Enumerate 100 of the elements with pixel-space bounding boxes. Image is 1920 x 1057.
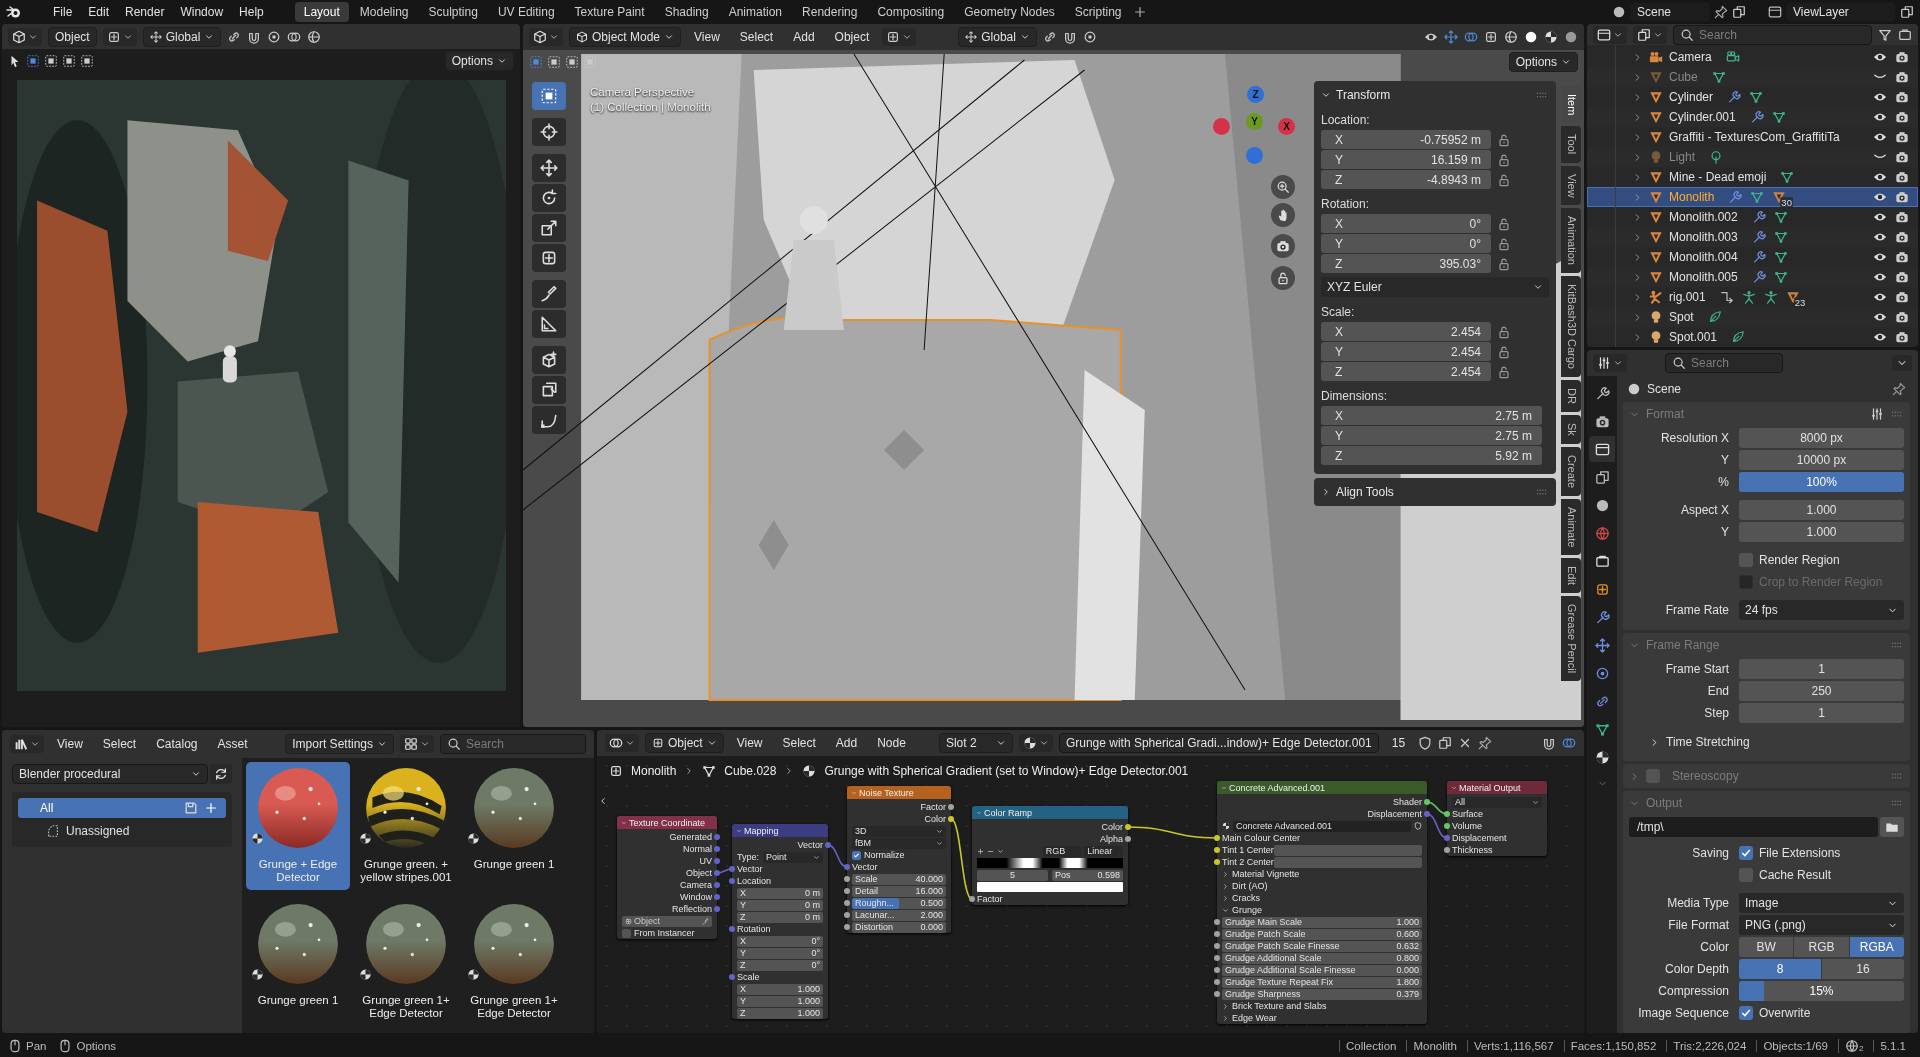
number-field[interactable]: Scale 40.000 — [852, 873, 946, 885]
dropdown[interactable]: fBM — [852, 837, 946, 849]
sidebar-tab[interactable]: View — [1561, 165, 1581, 206]
user-count[interactable]: 15 — [1384, 734, 1413, 752]
workspace-tab[interactable]: Compositing — [868, 2, 954, 22]
number-field[interactable]: 8000 px — [1739, 428, 1904, 448]
view-layer-field[interactable]: ViewLayer — [1786, 2, 1896, 22]
workspace-tab[interactable]: UV Editing — [488, 2, 564, 22]
workspace-tab[interactable]: Modeling — [350, 2, 418, 22]
menu-item[interactable]: Add — [828, 734, 865, 752]
number-field[interactable]: Z 0 m — [737, 911, 823, 923]
dropdown[interactable]: 3D — [852, 825, 946, 837]
outliner-row[interactable]: Camera — [1587, 47, 1918, 67]
sidebar-tab[interactable]: Grease Pencil — [1561, 596, 1581, 682]
slider-field[interactable]: 15% — [1739, 981, 1904, 1001]
workspace-tab[interactable]: Texture Paint — [565, 2, 654, 22]
number-field[interactable]: Y 0° — [737, 947, 823, 959]
options-dropdown[interactable]: Options — [1508, 52, 1578, 72]
menu-item[interactable]: Node — [870, 734, 913, 752]
dropdown[interactable]: Linear — [1084, 845, 1123, 857]
number-field[interactable]: Distortion 0.000 — [852, 921, 946, 933]
sidebar-tab[interactable]: Edit — [1561, 558, 1581, 594]
outliner-row[interactable]: Spot.001 — [1587, 327, 1918, 347]
menu-item[interactable]: Select — [732, 28, 781, 46]
outliner-row[interactable]: Cylinder — [1587, 87, 1918, 107]
number-field[interactable]: Grudge Texture Repeat Fix 1.800 — [1222, 976, 1422, 988]
number-field[interactable]: 1.000 — [1739, 522, 1904, 542]
menu-item[interactable]: View — [687, 28, 727, 46]
rotation-mode-dropdown[interactable]: XYZ Euler — [1321, 277, 1549, 297]
number-field[interactable]: Grudge Additional Scale 0.800 — [1222, 952, 1422, 964]
dropdown[interactable]: Image — [1739, 893, 1904, 913]
library-dropdown[interactable]: Blender procedural — [12, 764, 208, 784]
number-field[interactable]: Y 1.000 — [737, 995, 823, 1007]
path-field[interactable]: /tmp\ — [1629, 817, 1878, 837]
menu-item[interactable]: Render — [118, 3, 172, 21]
outliner-row[interactable]: Graffiti - TexturesCom_GraffitiTa — [1587, 127, 1918, 147]
sidebar-tab[interactable]: Animate — [1561, 498, 1581, 556]
number-field[interactable]: Y 0 m — [737, 899, 823, 911]
search-field[interactable]: Search — [1673, 24, 1872, 45]
number-field[interactable]: 250 — [1739, 681, 1904, 701]
number-field[interactable]: 5 — [977, 869, 1048, 881]
panel-label[interactable]: Brick Texture and Slabs — [1232, 1001, 1327, 1011]
dropdown[interactable]: RGB — [1042, 845, 1082, 857]
panel-label[interactable]: Material Vignette — [1232, 869, 1300, 879]
menu-item[interactable]: Object — [827, 28, 877, 46]
mode-dropdown[interactable]: Object — [48, 26, 97, 47]
asset-tile[interactable]: Grunge green 1 — [462, 762, 566, 890]
menu-item[interactable]: View — [50, 735, 90, 753]
options-dropdown[interactable]: Options — [444, 51, 514, 71]
outliner-row[interactable]: Monolith 30 — [1587, 187, 1918, 207]
number-field[interactable]: Z 2.454 — [1321, 362, 1491, 381]
mode-dropdown[interactable]: Object Mode — [569, 27, 682, 47]
number-field[interactable]: X 0° — [1321, 214, 1491, 233]
number-field[interactable]: X 2.454 — [1321, 322, 1491, 341]
number-field[interactable]: X 1.000 — [737, 983, 823, 995]
number-field[interactable]: 1 — [1739, 659, 1904, 679]
workspace-tab[interactable]: Geometry Nodes — [955, 2, 1064, 22]
scene-field[interactable]: Scene — [1630, 2, 1710, 22]
number-field[interactable]: Y 0° — [1321, 234, 1491, 253]
checkbox-label[interactable]: Cache Result — [1759, 868, 1832, 882]
option-button[interactable]: 16 — [1822, 959, 1904, 979]
menu-item[interactable]: Add — [786, 28, 822, 46]
node[interactable]: Material Output All Surface Volume Displacement Thickness — [1447, 781, 1547, 856]
orientation-dropdown[interactable]: Global — [142, 26, 222, 47]
panel-label[interactable]: Dirt (AO) — [1232, 881, 1268, 891]
number-field[interactable]: Y 2.75 m — [1321, 426, 1542, 445]
panel-label[interactable]: Cracks — [1232, 893, 1260, 903]
menu-item[interactable]: Asset — [210, 735, 255, 753]
sidebar-tab[interactable]: Sk — [1561, 415, 1581, 444]
dropdown[interactable]: Point — [763, 851, 823, 863]
number-field[interactable]: 1.000 — [1739, 500, 1904, 520]
number-field[interactable]: Pos 0.598 — [1052, 869, 1123, 881]
menu-item[interactable]: Select — [95, 735, 144, 753]
number-field[interactable]: Y 16.159 m — [1321, 150, 1491, 169]
number-field[interactable]: Grudge Sharpness 0.379 — [1222, 988, 1422, 1000]
number-field[interactable]: X -0.75952 m — [1321, 130, 1491, 149]
object-field[interactable]: Object — [622, 915, 712, 927]
shader-type-dropdown[interactable]: Object — [645, 733, 724, 753]
number-field[interactable]: Detail 16.000 — [852, 885, 946, 897]
asset-tile[interactable]: Grunge green 1+ Edge Detector — [462, 898, 566, 1026]
panel-label[interactable]: Grunge — [1232, 905, 1263, 915]
workspace-tab[interactable]: Rendering — [793, 2, 867, 22]
material-name-field[interactable]: Grunge with Spherical Gradi...indow)+ Edge Detector.001 — [1058, 733, 1379, 753]
option-button[interactable]: RGBA — [1849, 937, 1904, 957]
asset-tile[interactable]: Grunge + Edge Detector — [246, 762, 350, 890]
number-field[interactable]: Z 5.92 m — [1321, 446, 1542, 465]
menu-item[interactable]: Catalog — [149, 735, 205, 753]
node[interactable]: Texture Coordinate Generated Normal UV Object Camera Window Reflection Object From Instancer — [617, 816, 717, 939]
dropdown[interactable]: 24 fps — [1739, 600, 1904, 620]
number-field[interactable]: Z 0° — [737, 959, 823, 971]
workspace-tab[interactable]: Layout — [294, 2, 349, 22]
sidebar-tab[interactable]: KitBash3D Cargo — [1561, 276, 1581, 378]
panel-title[interactable]: Align Tools — [1336, 485, 1394, 499]
workspace-tab[interactable]: Animation — [719, 2, 792, 22]
dropdown[interactable]: PNG (.png) — [1739, 915, 1904, 935]
checkbox-label[interactable]: Render Region — [1759, 553, 1840, 567]
import-settings-dropdown[interactable]: Import Settings — [285, 734, 394, 754]
option-button[interactable]: RGB — [1794, 937, 1849, 957]
checkbox-label[interactable]: File Extensions — [1759, 846, 1841, 860]
number-field[interactable]: 1 — [1739, 703, 1904, 723]
